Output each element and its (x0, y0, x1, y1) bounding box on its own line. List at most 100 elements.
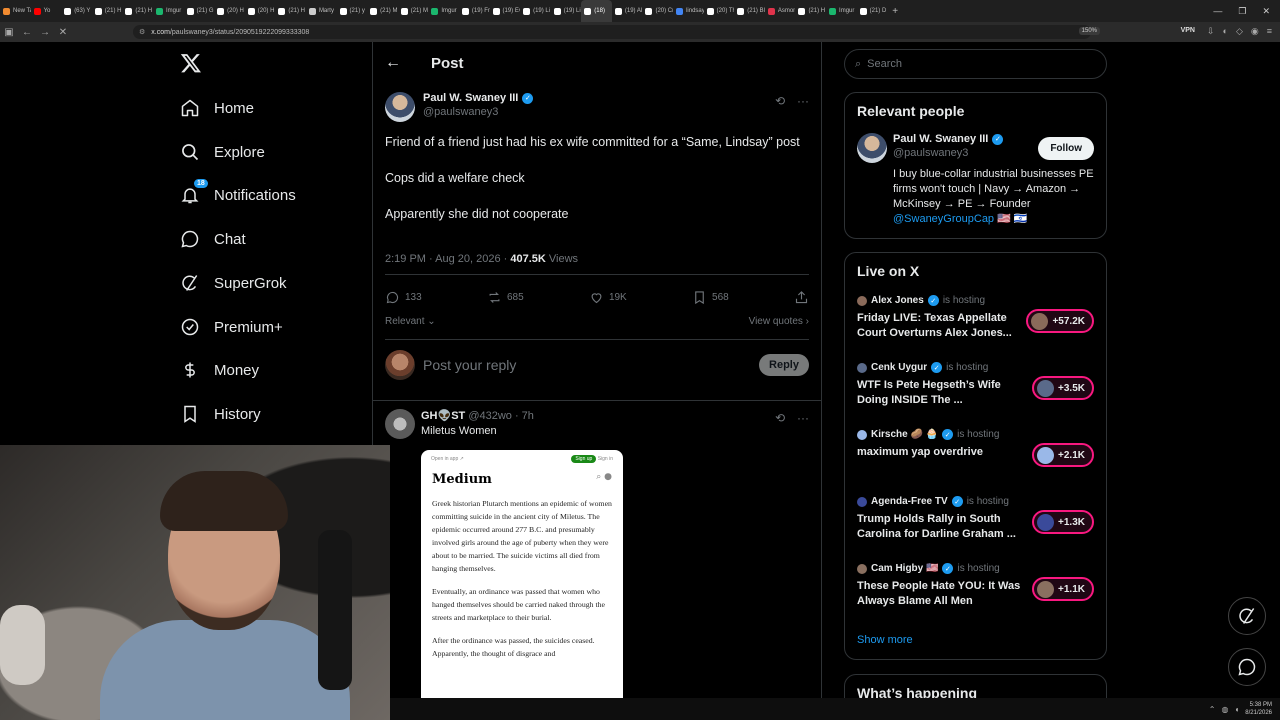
browser-tab[interactable]: Imgur (826, 0, 857, 22)
tray-icon[interactable]: ⌃ (1209, 705, 1216, 714)
vpn-button[interactable]: VPN (1181, 27, 1195, 34)
post-author[interactable]: Paul W. Swaney III ✓ @paulswaney3 (385, 92, 534, 122)
live-item[interactable]: Alex Jones ✓ is hosting Friday LIVE: Texas … (845, 295, 1106, 362)
volume-icon[interactable]: ◖ (1234, 705, 1239, 714)
reply-post[interactable]: GH👽ST @432wo · 7h Miletus Women (385, 409, 534, 439)
browser-tab[interactable]: (20) H (214, 0, 245, 22)
browser-tab[interactable]: (19) Fr (459, 0, 490, 22)
nav-explore[interactable]: Explore (180, 137, 265, 167)
follow-button[interactable]: Follow (1038, 137, 1094, 160)
browser-tab[interactable]: (19) Li (520, 0, 551, 22)
browser-tab[interactable]: Imgur (153, 0, 184, 22)
minimize-icon[interactable]: — (1213, 6, 1222, 16)
browser-tab[interactable]: (19) Li (551, 0, 582, 22)
browser-tab[interactable]: (21) H (92, 0, 123, 22)
post-time[interactable]: 2:19 PM · Aug 20, 2026 · (385, 253, 510, 265)
browser-tab[interactable]: (21) M (367, 0, 398, 22)
view-quotes-link[interactable]: View quotes › (749, 316, 809, 327)
browser-tab[interactable]: (63) Y (61, 0, 92, 22)
host-name[interactable]: Kirsche 🥔 🧁 (871, 429, 938, 440)
extensions-icon[interactable]: ◇ (1236, 26, 1243, 37)
live-listeners-pill[interactable]: +2.1K (1032, 443, 1094, 467)
nav-history[interactable]: History (180, 399, 261, 429)
live-item[interactable]: Agenda-Free TV ✓ is hosting Trump Holds Ral… (845, 496, 1106, 563)
more-options-icon[interactable]: ··· (797, 411, 809, 425)
grok-fab[interactable] (1228, 597, 1266, 635)
user-avatar[interactable] (385, 350, 415, 380)
bio-link[interactable]: @SwaneyGroupCap (893, 213, 994, 225)
author-avatar[interactable] (385, 92, 415, 122)
live-item[interactable]: Kirsche 🥔 🧁 ✓ is hosting maximum yap overdr… (845, 429, 1106, 496)
live-listeners-pill[interactable]: +3.5K (1032, 376, 1094, 400)
person-avatar[interactable] (857, 133, 887, 163)
reply-count-button[interactable]: 133 (385, 290, 422, 305)
host-name[interactable]: Cam Higby 🇺🇸 (871, 563, 938, 574)
host-name[interactable]: Cenk Uygur (871, 362, 927, 373)
browser-tab[interactable]: Asmon (765, 0, 795, 22)
browser-tab[interactable]: (19) Al (612, 0, 643, 22)
reply-button[interactable]: Reply (759, 354, 809, 376)
share-button[interactable] (794, 290, 809, 305)
relevant-person[interactable]: Paul W. Swaney III ✓ @paulswaney3 Follow (845, 119, 1106, 163)
reply-image-medium-article[interactable]: Open in app ↗ Sign up Sign in Medium ⌕ ● … (421, 450, 623, 710)
site-info-icon[interactable]: ⚙ (139, 28, 145, 36)
browser-tab[interactable]: New Ta (0, 0, 31, 22)
reply-input[interactable]: Post your reply (423, 357, 759, 373)
live-item[interactable]: Cenk Uygur ✓ is hosting WTF Is Pete Hegseth… (845, 362, 1106, 429)
live-listeners-pill[interactable]: +57.2K (1026, 309, 1094, 333)
nav-home[interactable]: Home (180, 93, 254, 123)
browser-tab[interactable]: (21) y (337, 0, 368, 22)
person-name[interactable]: Paul W. Swaney III (893, 133, 988, 145)
network-icon[interactable]: ◍ (1221, 705, 1228, 714)
browser-tab[interactable]: (20) H (245, 0, 276, 22)
bookmark-button[interactable]: 568 (692, 290, 729, 305)
back-icon[interactable]: ← (18, 27, 36, 38)
wallet-icon[interactable]: ◐ (1223, 26, 1228, 37)
repost-button[interactable]: 685 (487, 290, 524, 305)
host-name[interactable]: Alex Jones (871, 295, 924, 306)
search-input[interactable]: Search (867, 58, 902, 70)
browser-tab[interactable]: (21) M (398, 0, 429, 22)
url-field[interactable]: ⚙ x.com/paulswaney3/status/2090519222099… (133, 25, 1091, 39)
author-handle[interactable]: @paulswaney3 (423, 106, 533, 118)
grok-explain-icon[interactable]: ⟲ (775, 94, 785, 108)
browser-tab[interactable]: (21) Bl (734, 0, 765, 22)
stop-icon[interactable]: ✕ (54, 27, 72, 38)
reply-author-name[interactable]: GH👽ST (421, 410, 465, 422)
browser-tab[interactable]: (20) Cr (642, 0, 673, 22)
browser-tab[interactable]: (19) Ev (490, 0, 520, 22)
new-tab-button[interactable]: + (887, 6, 903, 17)
nav-supergrok[interactable]: SuperGrok (180, 268, 287, 298)
nav-notifications[interactable]: 18 Notifications (180, 179, 296, 210)
browser-tab[interactable]: lindsay (673, 0, 704, 22)
reply-author-avatar[interactable] (385, 409, 415, 439)
menu-icon[interactable]: ≡ (1267, 26, 1272, 37)
nav-chat[interactable]: Chat (180, 224, 246, 254)
messages-fab[interactable] (1228, 648, 1266, 686)
browser-tab[interactable]: Marty (306, 0, 337, 22)
nav-money[interactable]: Money (180, 355, 259, 385)
forward-icon[interactable]: → (36, 27, 54, 38)
clock[interactable]: 5:38 PM 8/21/2026 (1245, 701, 1272, 717)
live-listeners-pill[interactable]: +1.1K (1032, 577, 1094, 601)
live-item[interactable]: Cam Higby 🇺🇸 ✓ is hosting These People Hate… (845, 563, 1106, 630)
browser-tab[interactable]: (18) (581, 0, 612, 22)
show-more-link[interactable]: Show more (845, 630, 1106, 658)
search-box[interactable]: ⌕ Search (844, 49, 1107, 79)
nav-premium[interactable]: Premium+ (180, 312, 283, 342)
profile-icon[interactable]: ◉ (1251, 26, 1259, 37)
host-name[interactable]: Agenda-Free TV (871, 496, 948, 507)
browser-tab[interactable]: (21) H (795, 0, 826, 22)
close-window-icon[interactable]: ✕ (1262, 6, 1270, 17)
live-listeners-pill[interactable]: +1.3K (1032, 510, 1094, 534)
browser-tab[interactable]: Yo (31, 0, 62, 22)
more-options-icon[interactable]: ··· (797, 94, 809, 108)
like-button[interactable]: 19K (589, 290, 627, 305)
maximize-icon[interactable]: ❐ (1238, 6, 1246, 17)
author-name[interactable]: Paul W. Swaney III (423, 92, 518, 104)
back-arrow-icon[interactable]: ← (385, 54, 401, 72)
sort-dropdown[interactable]: Relevant ⌄ (385, 316, 436, 327)
browser-tab[interactable]: (21) H (122, 0, 153, 22)
zoom-level[interactable]: 150% (1078, 27, 1100, 35)
download-icon[interactable]: ⇩ (1207, 26, 1215, 37)
